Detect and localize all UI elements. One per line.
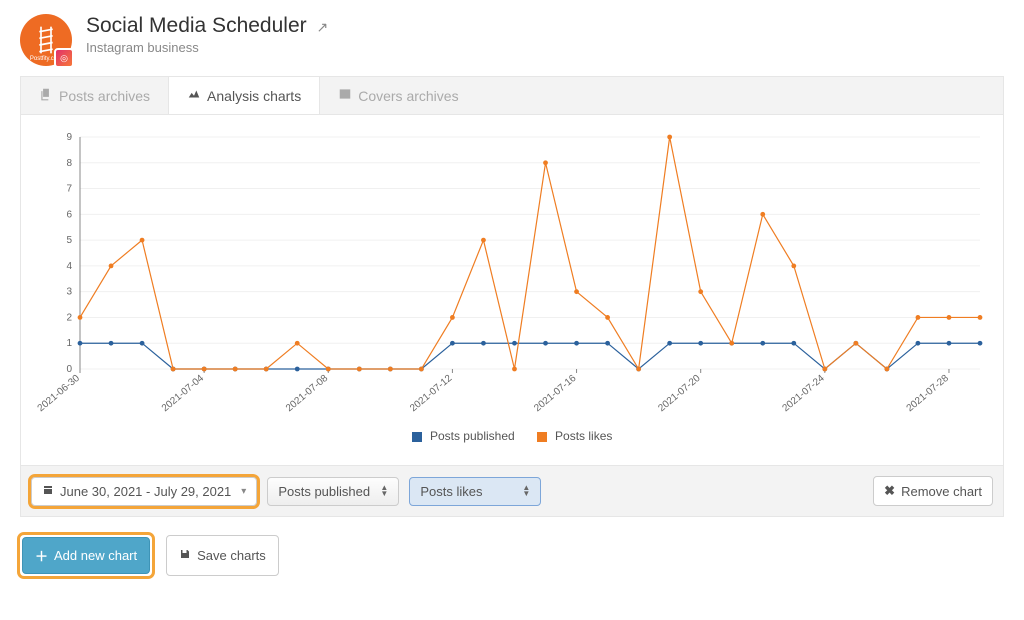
legend-swatch	[412, 432, 422, 442]
legend-item-posts-likes: Posts likes	[537, 429, 613, 443]
svg-text:2021-07-08: 2021-07-08	[284, 373, 331, 415]
svg-text:2021-07-20: 2021-07-20	[656, 373, 703, 415]
button-label: Add new chart	[54, 548, 137, 563]
metric-b-select[interactable]: Posts likes ▲▼	[409, 477, 541, 506]
metric-a-select[interactable]: Posts published ▲▼	[267, 477, 399, 506]
external-link-icon[interactable]: ↗	[316, 19, 328, 35]
svg-text:7: 7	[66, 184, 72, 195]
svg-text:2021-07-16: 2021-07-16	[532, 373, 579, 415]
svg-text:6: 6	[66, 209, 72, 220]
save-charts-button[interactable]: Save charts	[166, 535, 279, 576]
tab-posts-archives[interactable]: Posts archives	[21, 77, 168, 114]
legend-label: Posts published	[430, 429, 515, 443]
image-icon	[338, 87, 352, 104]
close-icon: ✖	[884, 483, 895, 499]
button-label: Remove chart	[901, 484, 982, 499]
svg-text:3: 3	[66, 287, 72, 298]
svg-text:8: 8	[66, 158, 72, 169]
tabs-bar: Posts archives Analysis charts Covers ar…	[20, 76, 1004, 114]
remove-chart-button[interactable]: ✖ Remove chart	[873, 476, 993, 506]
add-new-chart-button[interactable]: ＋ Add new chart	[22, 537, 150, 574]
button-label: Save charts	[197, 548, 266, 563]
svg-text:2021-07-28: 2021-07-28	[905, 373, 952, 415]
select-value: Posts published	[278, 484, 370, 499]
legend-label: Posts likes	[555, 429, 612, 443]
save-icon	[179, 548, 191, 563]
tab-label: Posts archives	[59, 88, 150, 104]
svg-text:2021-07-04: 2021-07-04	[160, 373, 207, 415]
page-subtitle: Instagram business	[86, 40, 328, 55]
page-title: Social Media Scheduler ↗	[86, 14, 328, 38]
svg-text:4: 4	[66, 261, 72, 272]
caret-down-icon: ▾	[241, 486, 246, 497]
svg-text:2: 2	[66, 312, 72, 323]
updown-stepper-icon: ▲▼	[380, 485, 388, 497]
svg-text:2021-06-30: 2021-06-30	[36, 373, 83, 415]
chart-panel: 0 1 2 3 4 5 6 7 8 9 2021-06-30 2021-07-04 2021-07-08…	[20, 114, 1004, 466]
analysis-chart: 0 1 2 3 4 5 6 7 8 9 2021-06-30 2021-07-04 2021-07-08…	[32, 127, 992, 427]
legend-item-posts-published: Posts published	[412, 429, 515, 443]
app-logo: Postfity.com ◎	[20, 14, 72, 66]
tab-covers-archives[interactable]: Covers archives	[320, 77, 476, 114]
svg-text:0: 0	[66, 364, 72, 375]
svg-text:5: 5	[66, 235, 72, 246]
copy-icon	[39, 87, 53, 104]
chart-legend: Posts published Posts likes	[32, 429, 992, 443]
select-value: Posts likes	[420, 484, 482, 499]
plus-icon: ＋	[35, 546, 48, 565]
tab-analysis-charts[interactable]: Analysis charts	[168, 77, 320, 114]
svg-text:9: 9	[66, 132, 72, 143]
svg-text:1: 1	[66, 338, 72, 349]
svg-text:2021-07-12: 2021-07-12	[408, 373, 455, 415]
chart-controls-bar: June 30, 2021 - July 29, 2021 ▾ Posts pu…	[20, 466, 1004, 517]
tab-label: Covers archives	[358, 88, 458, 104]
instagram-badge-icon: ◎	[54, 48, 74, 68]
calendar-icon	[42, 484, 54, 499]
svg-text:2021-07-24: 2021-07-24	[780, 373, 827, 415]
date-range-text: June 30, 2021 - July 29, 2021	[60, 484, 231, 499]
page-title-text: Social Media Scheduler	[86, 14, 307, 37]
area-chart-icon	[187, 87, 201, 104]
tab-label: Analysis charts	[207, 88, 301, 104]
legend-swatch	[537, 432, 547, 442]
date-range-picker[interactable]: June 30, 2021 - July 29, 2021 ▾	[31, 477, 257, 506]
updown-stepper-icon: ▲▼	[522, 485, 530, 497]
